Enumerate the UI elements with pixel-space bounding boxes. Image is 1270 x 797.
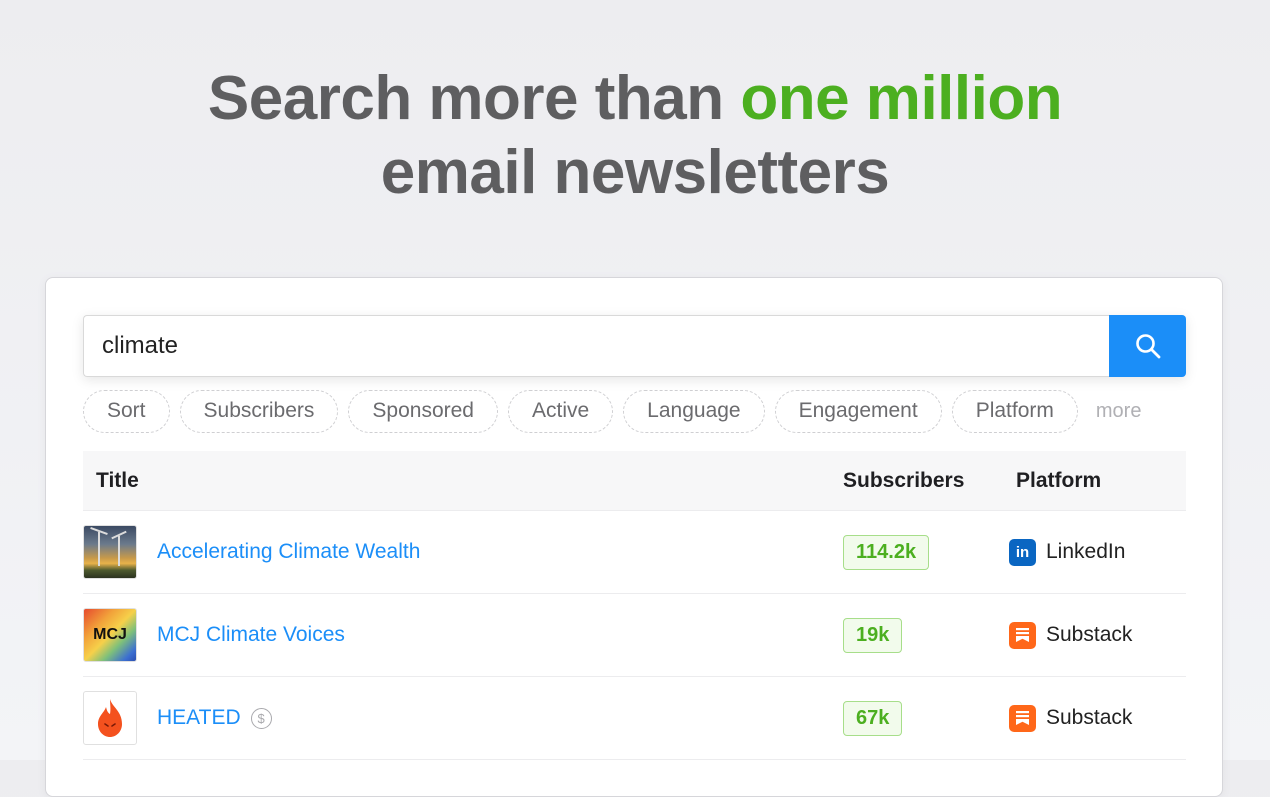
newsletter-thumbnail	[83, 525, 137, 579]
search-icon	[1135, 334, 1160, 359]
hero-line-1: Search more than one million	[0, 62, 1270, 136]
search-input[interactable]	[83, 315, 1109, 377]
table-header: Title Subscribers Platform	[83, 451, 1186, 511]
newsletter-title-link[interactable]: Accelerating Climate Wealth	[157, 540, 420, 564]
newsletter-title-link[interactable]: HEATED	[157, 706, 241, 730]
subscriber-count-badge: 67k	[843, 700, 903, 736]
table-row[interactable]: MCJ MCJ Climate Voices 19k Substack	[83, 594, 1186, 677]
search-button[interactable]	[1109, 315, 1186, 377]
hero-line-2: email newsletters	[380, 138, 890, 207]
filter-engagement[interactable]: Engagement	[774, 389, 942, 433]
newsletter-thumbnail	[83, 691, 137, 745]
search-card: Sort Subscribers Sponsored Active Langua…	[45, 277, 1223, 797]
sponsored-icon: $	[250, 707, 272, 729]
filter-bar: Sort Subscribers Sponsored Active Langua…	[83, 389, 1186, 433]
subscriber-count-badge: 19k	[843, 617, 903, 653]
platform-name: LinkedIn	[1046, 540, 1126, 563]
results-table: Title Subscribers Platform Accelerating …	[83, 451, 1186, 760]
newsletter-title-link[interactable]: MCJ Climate Voices	[157, 623, 345, 647]
hero-heading: Search more than one million email newsl…	[0, 62, 1270, 210]
newsletter-thumbnail: MCJ	[83, 608, 137, 662]
platform-name: Substack	[1046, 706, 1133, 729]
flame-icon	[98, 699, 122, 737]
filter-sort[interactable]: Sort	[83, 389, 170, 433]
substack-icon	[1009, 621, 1036, 649]
thumbnail-text: MCJ	[93, 626, 127, 643]
filter-active[interactable]: Active	[507, 389, 614, 433]
table-row[interactable]: Accelerating Climate Wealth 114.2k in Li…	[83, 511, 1186, 594]
filter-language[interactable]: Language	[623, 389, 765, 433]
header-title[interactable]: Title	[83, 469, 843, 493]
substack-icon	[1009, 704, 1036, 732]
filter-sponsored[interactable]: Sponsored	[348, 389, 498, 433]
linkedin-icon: in	[1009, 538, 1036, 566]
subscriber-count-badge: 114.2k	[843, 534, 930, 570]
filter-more-link[interactable]: more	[1096, 400, 1142, 423]
header-subscribers[interactable]: Subscribers	[843, 469, 976, 493]
platform-name: Substack	[1046, 623, 1133, 646]
hero-accent: one million	[740, 64, 1063, 133]
filter-platform[interactable]: Platform	[951, 389, 1078, 433]
table-row[interactable]: HEATED $ 67k Substack	[83, 677, 1186, 760]
search-bar	[83, 315, 1186, 377]
filter-subscribers[interactable]: Subscribers	[179, 389, 339, 433]
hero-prefix: Search more than	[207, 64, 724, 133]
header-platform[interactable]: Platform	[976, 469, 1101, 493]
